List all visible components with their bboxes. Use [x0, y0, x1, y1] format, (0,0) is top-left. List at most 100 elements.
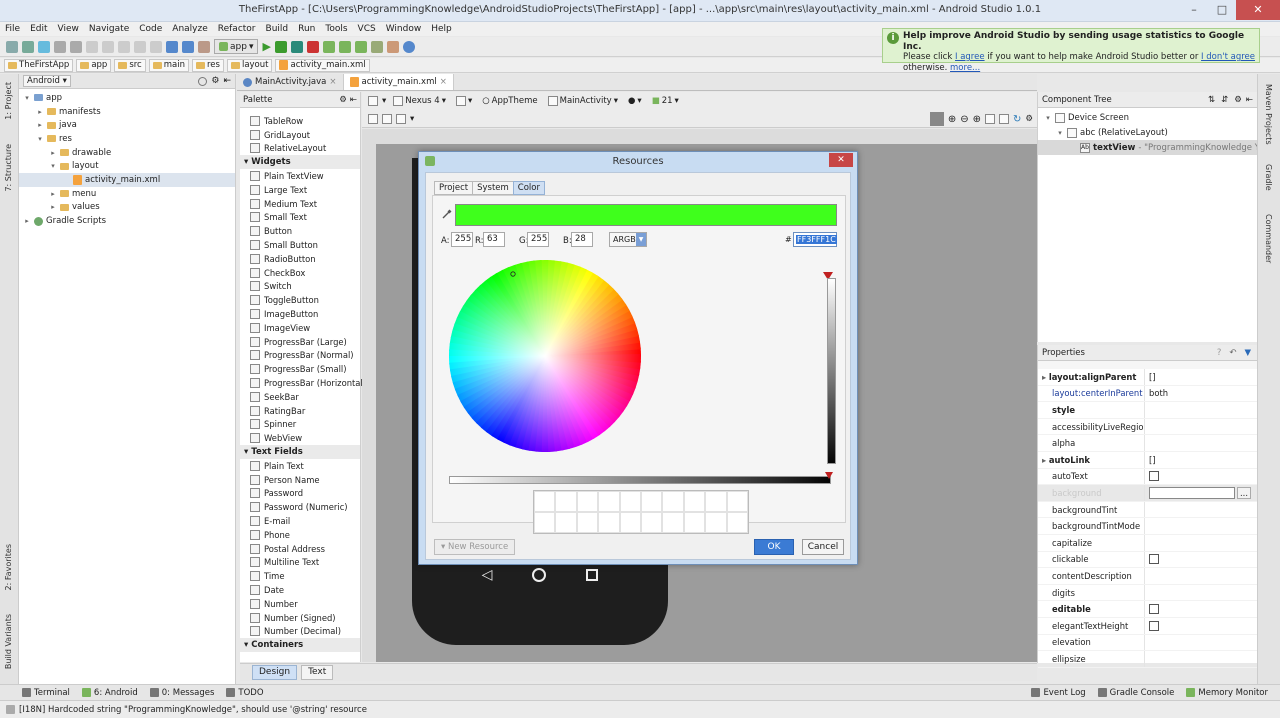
tool-messages[interactable]: 0: Messages	[149, 688, 214, 698]
palette-item[interactable]: ProgressBar (Large)	[240, 335, 360, 349]
recent-color-cell[interactable]	[555, 491, 577, 512]
property-row[interactable]: background...	[1038, 485, 1257, 502]
palette-item[interactable]: WebView	[240, 431, 360, 445]
property-row[interactable]: backgroundTintMode	[1038, 518, 1257, 535]
recent-color-cell[interactable]	[662, 491, 684, 512]
close-window-button[interactable]: ✕	[1236, 0, 1280, 20]
property-row[interactable]: style	[1038, 402, 1257, 419]
editor-tab[interactable]: activity_main.xml ×	[343, 74, 454, 90]
palette-item[interactable]: Password	[240, 487, 360, 501]
tab-project[interactable]: Project	[434, 181, 474, 195]
collapsed-arrow-icon[interactable]: ▸	[49, 190, 57, 198]
menu-view[interactable]: View	[53, 22, 84, 36]
replace-icon[interactable]	[150, 40, 162, 53]
run-config-dropdown[interactable]: app ▾	[214, 39, 259, 54]
recent-color-cell[interactable]	[576, 491, 599, 512]
breadcrumb-item[interactable]: TheFirstApp	[4, 58, 74, 72]
palette-item[interactable]: RatingBar	[240, 404, 360, 418]
zoom-out-icon[interactable]: ⊖	[960, 114, 968, 125]
zoom-to-fit-icon[interactable]: ⊕	[948, 114, 956, 125]
layout-variant-icon[interactable]	[368, 96, 378, 106]
property-row[interactable]: autoText	[1038, 468, 1257, 486]
property-value-input[interactable]	[1149, 486, 1235, 499]
project-view-dropdown[interactable]: Android ▾	[23, 75, 71, 87]
property-row[interactable]: contentDescription	[1038, 568, 1257, 585]
property-row[interactable]: ellipsize	[1038, 651, 1257, 668]
undo-icon[interactable]	[54, 40, 66, 53]
refresh-icon[interactable]: ↻	[1013, 114, 1021, 125]
paste-icon[interactable]	[118, 40, 130, 53]
expand-arrow-icon[interactable]: ▸	[1042, 455, 1049, 465]
debug-icon[interactable]	[274, 40, 287, 53]
palette-item[interactable]: Password (Numeric)	[240, 500, 360, 514]
project-tree-item[interactable]: ▸ manifests	[19, 105, 235, 119]
help-icon[interactable]	[402, 40, 415, 53]
layout-icon[interactable]	[382, 114, 392, 124]
expanded-arrow-icon[interactable]: ▾	[23, 94, 31, 102]
back-icon[interactable]	[166, 40, 178, 53]
property-row[interactable]: accessibilityLiveRegion	[1038, 418, 1257, 436]
settings-icon[interactable]: ⚙	[1234, 92, 1242, 108]
settings-icon[interactable]: ⚙	[339, 92, 347, 108]
tab-system[interactable]: System	[472, 181, 514, 195]
tab-commander[interactable]: Commander	[1264, 214, 1273, 263]
ok-button[interactable]: OK	[754, 539, 794, 555]
make-icon[interactable]	[198, 40, 210, 53]
breadcrumb-item[interactable]: app	[76, 58, 112, 72]
maximize-button[interactable]: □	[1208, 0, 1236, 20]
more-link[interactable]: more...	[950, 63, 980, 73]
dialog-close-button[interactable]: ✕	[829, 153, 853, 167]
preview-icon[interactable]	[929, 112, 944, 126]
project-tree-item[interactable]: ▸ values	[19, 201, 235, 215]
close-tab-icon[interactable]: ×	[440, 77, 447, 87]
property-row[interactable]: digits	[1038, 584, 1257, 602]
menu-refactor[interactable]: Refactor	[213, 22, 261, 36]
breadcrumb-item[interactable]: res	[191, 58, 224, 72]
tool-android[interactable]: 6: Android	[81, 688, 138, 698]
agree-link[interactable]: I agree	[955, 52, 985, 62]
disagree-link[interactable]: I don't agree	[1201, 52, 1255, 62]
menu-analyze[interactable]: Analyze	[167, 22, 212, 36]
collapsed-arrow-icon[interactable]: ▸	[49, 203, 57, 211]
copy-icon[interactable]	[102, 40, 114, 53]
palette-item[interactable]: Plain TextView	[240, 169, 360, 183]
scroll-from-source-icon[interactable]	[198, 76, 208, 86]
run-icon[interactable]: ▶	[262, 40, 270, 53]
recent-color-cell[interactable]	[598, 491, 620, 512]
tab-favorites[interactable]: 2: Favorites	[4, 544, 13, 590]
sdk-manager-icon[interactable]	[338, 40, 351, 53]
browse-button[interactable]: ...	[1237, 486, 1251, 499]
recent-color-cell[interactable]	[555, 512, 577, 533]
settings-icon[interactable]	[386, 40, 399, 53]
hex-input[interactable]: FF3FFF1C	[793, 232, 837, 247]
property-row[interactable]: ▸ layout:alignParent []	[1038, 369, 1257, 386]
filter-icon[interactable]: ▼	[1244, 345, 1251, 361]
menu-window[interactable]: Window	[381, 22, 427, 36]
collapsed-arrow-icon[interactable]: ▸	[49, 149, 57, 157]
layout-icon[interactable]	[368, 114, 378, 124]
redo-icon[interactable]	[70, 40, 82, 53]
alpha-slider[interactable]	[827, 278, 836, 464]
screenshot-icon[interactable]	[998, 114, 1009, 124]
menu-navigate[interactable]: Navigate	[84, 22, 134, 36]
palette-item[interactable]: Small Text	[240, 211, 360, 225]
help-icon[interactable]: ?	[1217, 345, 1222, 361]
palette-item[interactable]: RadioButton	[240, 252, 360, 266]
palette-item[interactable]: Number (Signed)	[240, 611, 360, 625]
palette-item[interactable]: Time	[240, 569, 360, 583]
collapsed-arrow-icon[interactable]: ▸	[36, 108, 44, 116]
stop-icon[interactable]	[306, 40, 319, 53]
tool-terminal[interactable]: Terminal	[22, 688, 70, 698]
cut-icon[interactable]	[86, 40, 98, 53]
menu-file[interactable]: File	[0, 22, 25, 36]
palette-item[interactable]: Person Name	[240, 473, 360, 487]
recent-color-cell[interactable]	[640, 491, 663, 512]
property-row[interactable]: alpha	[1038, 435, 1257, 452]
expanded-arrow-icon[interactable]: ▾	[36, 135, 44, 143]
palette-item[interactable]: Switch	[240, 280, 360, 294]
project-tree-item[interactable]: ▾ app	[19, 91, 235, 105]
palette-item[interactable]: Spinner	[240, 418, 360, 432]
tab-design[interactable]: Design	[252, 665, 298, 680]
palette-item[interactable]: ProgressBar (Small)	[240, 362, 360, 376]
hide-icon[interactable]: ⇤	[350, 92, 357, 108]
